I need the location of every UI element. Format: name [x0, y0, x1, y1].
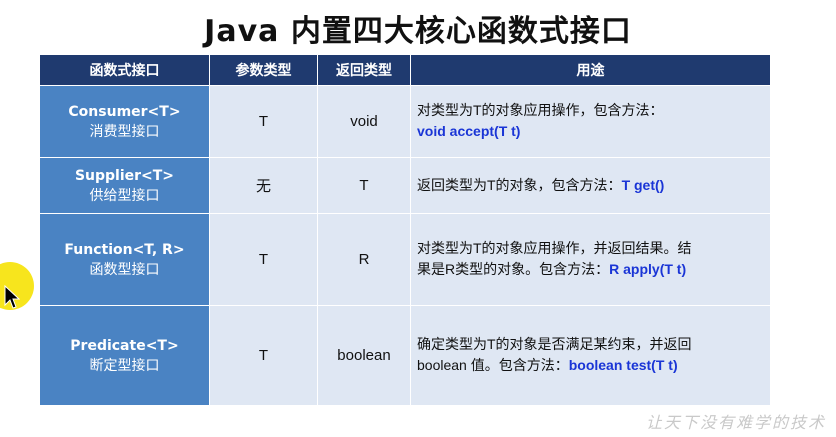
usage-text: 确定类型为T的对象是否满足某约束，并返回	[417, 336, 692, 352]
usage-method-code: R apply(T t)	[609, 261, 687, 277]
interface-name-cell: Function<T, R> 函数型接口	[39, 213, 210, 306]
param-type-cell: T	[209, 213, 318, 306]
table-row: Consumer<T> 消费型接口 T void 对类型为T的对象应用操作，包含…	[39, 85, 771, 158]
usage-cell: 确定类型为T的对象是否满足某约束，并返回 boolean 值。包含方法：bool…	[410, 305, 771, 406]
interface-name-cell: Predicate<T> 断定型接口	[39, 305, 210, 406]
table-row: Supplier<T> 供给型接口 无 T 返回类型为T的对象，包含方法：T g…	[39, 157, 771, 214]
return-type-cell: boolean	[317, 305, 411, 406]
usage-method-code: void accept(T t)	[417, 123, 521, 139]
param-type-cell: T	[209, 305, 318, 406]
interface-type-label: 消费型接口	[89, 123, 160, 140]
table-row: Predicate<T> 断定型接口 T boolean 确定类型为T的对象是否…	[39, 305, 771, 406]
interface-name: Consumer<T>	[68, 103, 181, 120]
return-type-cell: T	[317, 157, 411, 214]
interface-name: Function<T, R>	[64, 241, 185, 258]
interface-type-label: 函数型接口	[89, 261, 160, 278]
usage-text: 对类型为T的对象应用操作，并返回结果。结	[417, 240, 692, 256]
header-usage: 用途	[410, 54, 771, 86]
usage-method-code: T get()	[621, 176, 665, 193]
header-interface: 函数式接口	[39, 54, 210, 86]
usage-cell: 对类型为T的对象应用操作，包含方法： void accept(T t)	[410, 85, 771, 158]
mouse-pointer-icon	[4, 285, 20, 309]
interface-name: Supplier<T>	[74, 167, 175, 184]
return-type-cell: R	[317, 213, 411, 306]
table-header-row: 函数式接口 参数类型 返回类型 用途	[39, 54, 771, 86]
usage-cell: 返回类型为T的对象，包含方法：T get()	[410, 157, 771, 214]
usage-method-code: boolean test(T t)	[568, 357, 678, 373]
usage-text-line2: 果是R类型的对象。包含方法：	[417, 261, 610, 277]
usage-cell: 对类型为T的对象应用操作，并返回结果。结 果是R类型的对象。包含方法：R app…	[410, 213, 771, 306]
usage-text: 对类型为T的对象应用操作，包含方法：	[417, 102, 664, 118]
param-type-cell: 无	[209, 157, 318, 214]
interface-name: Predicate<T>	[70, 337, 179, 354]
watermark: 让天下没有难学的技术	[645, 413, 826, 432]
page-title: Java 内置四大核心函数式接口	[204, 14, 632, 49]
table-row: Function<T, R> 函数型接口 T R 对类型为T的对象应用操作，并返…	[39, 213, 771, 306]
return-type-cell: void	[317, 85, 411, 158]
interface-name-cell: Consumer<T> 消费型接口	[39, 85, 210, 158]
functional-interface-table: 函数式接口 参数类型 返回类型 用途 Consumer<T> 消费型接口 T v…	[39, 54, 771, 406]
param-type-cell: T	[209, 85, 318, 158]
header-param-type: 参数类型	[209, 54, 318, 86]
header-return-type: 返回类型	[317, 54, 411, 86]
interface-type-label: 断定型接口	[89, 357, 160, 374]
usage-text-line2: boolean 值。包含方法：	[417, 357, 569, 373]
interface-name-cell: Supplier<T> 供给型接口	[39, 157, 210, 214]
interface-type-label: 供给型接口	[89, 187, 160, 204]
usage-text: 返回类型为T的对象，包含方法：	[417, 176, 622, 193]
